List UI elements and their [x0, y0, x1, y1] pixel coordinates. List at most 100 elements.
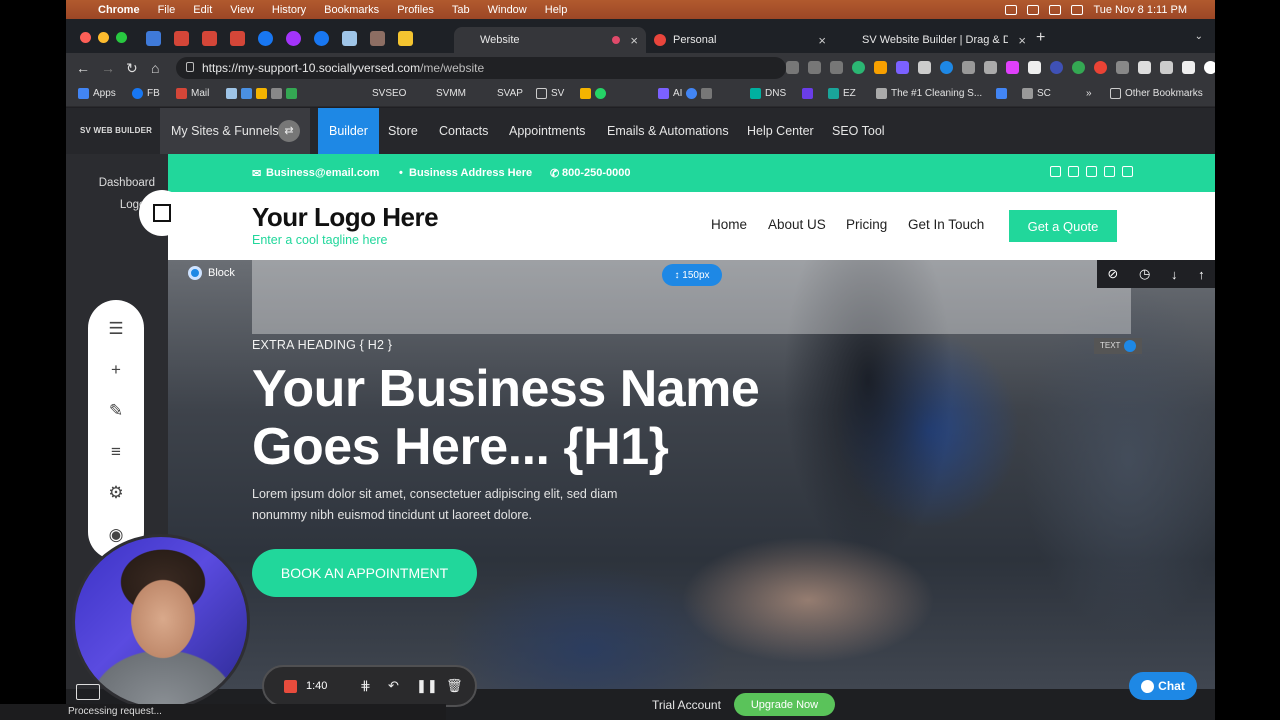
- facebook-icon[interactable]: [1050, 166, 1061, 177]
- hero-paragraph[interactable]: Lorem ipsum dolor sit amet, consectetuer…: [252, 484, 672, 526]
- menu-chrome[interactable]: Chrome: [98, 4, 140, 16]
- extension-icon[interactable]: [1116, 61, 1129, 74]
- camera-icon[interactable]: [786, 61, 799, 74]
- back-arrow-icon[interactable]: ←: [76, 60, 90, 76]
- extension-icon[interactable]: [1072, 61, 1085, 74]
- upgrade-now-button[interactable]: Upgrade Now: [734, 693, 835, 716]
- menu-file[interactable]: File: [158, 4, 176, 16]
- extension-icon[interactable]: [896, 61, 909, 74]
- menu-edit[interactable]: Edit: [193, 4, 212, 16]
- extension-icon[interactable]: [1028, 61, 1041, 74]
- bookmark-icons[interactable]: [226, 88, 297, 99]
- my-sites-funnels-button[interactable]: My Sites & Funnels ⇄: [160, 108, 310, 154]
- puzzle-icon[interactable]: [1138, 61, 1151, 74]
- extension-icon[interactable]: [1050, 61, 1063, 74]
- gear-icon[interactable]: ⚙: [105, 482, 127, 504]
- tab-website[interactable]: Website ×: [454, 27, 646, 53]
- address-bar[interactable]: https://my-support-10.sociallyversed.com…: [176, 57, 786, 79]
- padding-drag-handle[interactable]: ↕ 150px: [662, 264, 722, 286]
- close-tab-icon[interactable]: ×: [630, 33, 638, 48]
- add-icon[interactable]: +: [105, 359, 127, 381]
- extra-heading[interactable]: EXTRA HEADING { H2 }: [252, 338, 392, 352]
- facebook-icon[interactable]: [314, 31, 329, 46]
- zoom-window-button[interactable]: [116, 32, 127, 43]
- hamburger-menu-icon[interactable]: ☰: [105, 318, 127, 340]
- text-element-tag[interactable]: TEXT: [1094, 338, 1143, 354]
- status-icon[interactable]: [1027, 4, 1040, 15]
- contact-email[interactable]: Business@email.com: [266, 167, 379, 179]
- bookmark-sc[interactable]: SC: [1022, 88, 1051, 99]
- filter-icon[interactable]: ≡: [105, 441, 127, 463]
- close-window-button[interactable]: [80, 32, 91, 43]
- pinned-tab-icon[interactable]: [398, 31, 413, 46]
- menu-history[interactable]: History: [272, 4, 306, 16]
- new-tab-button[interactable]: +: [1036, 29, 1045, 47]
- pinned-tab-icon[interactable]: [342, 31, 357, 46]
- sidebar-icon[interactable]: [1182, 61, 1195, 74]
- bookmark-dns[interactable]: DNS: [750, 88, 786, 99]
- nav-help-center[interactable]: Help Center: [747, 108, 814, 154]
- reload-icon[interactable]: ↻: [126, 60, 138, 77]
- timer-icon[interactable]: ◷: [1139, 266, 1150, 282]
- menu-pricing[interactable]: Pricing: [846, 217, 887, 232]
- bookmark-ai[interactable]: AI: [658, 88, 713, 99]
- site-tagline[interactable]: Enter a cool tagline here: [252, 233, 388, 247]
- nav-builder[interactable]: Builder: [318, 108, 379, 154]
- forward-arrow-icon[interactable]: →: [101, 60, 115, 76]
- undo-icon[interactable]: ↶: [388, 678, 399, 694]
- bookmark-drive[interactable]: [996, 88, 1007, 99]
- share-icon[interactable]: [808, 61, 821, 74]
- swap-icon[interactable]: ⇄: [278, 120, 300, 142]
- pinned-tab-icon[interactable]: [146, 31, 161, 46]
- bookmark-icons-2[interactable]: [580, 88, 606, 99]
- bookmark-s[interactable]: [802, 88, 813, 99]
- gmail-icon[interactable]: [202, 31, 217, 46]
- pause-icon[interactable]: ❚❚: [416, 678, 438, 694]
- extension-icon[interactable]: [852, 61, 865, 74]
- stop-recording-button[interactable]: [284, 680, 297, 693]
- move-down-icon[interactable]: ↓: [1171, 267, 1178, 282]
- bookmark-cleaning[interactable]: The #1 Cleaning S...: [876, 88, 982, 99]
- nav-contacts[interactable]: Contacts: [439, 108, 488, 154]
- profile-avatar-icon[interactable]: [1204, 61, 1215, 74]
- bookmark-fb[interactable]: FB: [132, 88, 160, 99]
- twitter-icon[interactable]: [1068, 166, 1079, 177]
- pinned-tab-icon[interactable]: [370, 31, 385, 46]
- hide-icon[interactable]: ⊘: [1107, 266, 1118, 282]
- menu-help[interactable]: Help: [545, 4, 568, 16]
- menubar-clock[interactable]: Tue Nov 8 1:11 PM: [1093, 4, 1187, 16]
- grid-icon[interactable]: ⋕: [360, 678, 371, 694]
- bookmark-ez[interactable]: EZ: [828, 88, 856, 99]
- chat-button[interactable]: Chat: [1129, 672, 1197, 700]
- bookmark-svap[interactable]: SVAP: [497, 88, 523, 99]
- bookmark-svseo[interactable]: SVSEO: [372, 88, 406, 99]
- menu-view[interactable]: View: [230, 4, 254, 16]
- add-block-button[interactable]: [139, 190, 185, 236]
- linkedin-icon[interactable]: [1122, 166, 1133, 177]
- extension-icon[interactable]: [962, 61, 975, 74]
- extension-icon[interactable]: [1006, 61, 1019, 74]
- extension-icon[interactable]: [918, 61, 931, 74]
- block-label[interactable]: Block: [188, 266, 235, 280]
- nav-emails-automations[interactable]: Emails & Automations: [607, 108, 729, 154]
- tab-personal[interactable]: Personal ×: [644, 27, 834, 53]
- wifi-icon[interactable]: [1071, 4, 1084, 15]
- menu-get-in-touch[interactable]: Get In Touch: [908, 217, 984, 232]
- star-icon[interactable]: [830, 61, 843, 74]
- move-up-icon[interactable]: ↑: [1198, 267, 1205, 282]
- mail-icon[interactable]: [1104, 166, 1115, 177]
- book-appointment-button[interactable]: BOOK AN APPOINTMENT: [252, 549, 477, 597]
- brush-icon[interactable]: ✎: [105, 400, 127, 422]
- extension-icon[interactable]: [1094, 61, 1107, 74]
- site-logo[interactable]: Your Logo Here: [252, 202, 439, 233]
- home-icon[interactable]: ⌂: [151, 60, 159, 76]
- gmail-icon[interactable]: [230, 31, 245, 46]
- monitor-icon[interactable]: [76, 684, 100, 700]
- bookmarks-overflow[interactable]: »: [1086, 88, 1092, 99]
- menu-home[interactable]: Home: [711, 217, 747, 232]
- menu-profiles[interactable]: Profiles: [397, 4, 434, 16]
- menu-tab[interactable]: Tab: [452, 4, 470, 16]
- dashboard-link[interactable]: Dashboard: [99, 177, 155, 189]
- close-tab-icon[interactable]: ×: [818, 33, 826, 48]
- facebook-icon[interactable]: [258, 31, 273, 46]
